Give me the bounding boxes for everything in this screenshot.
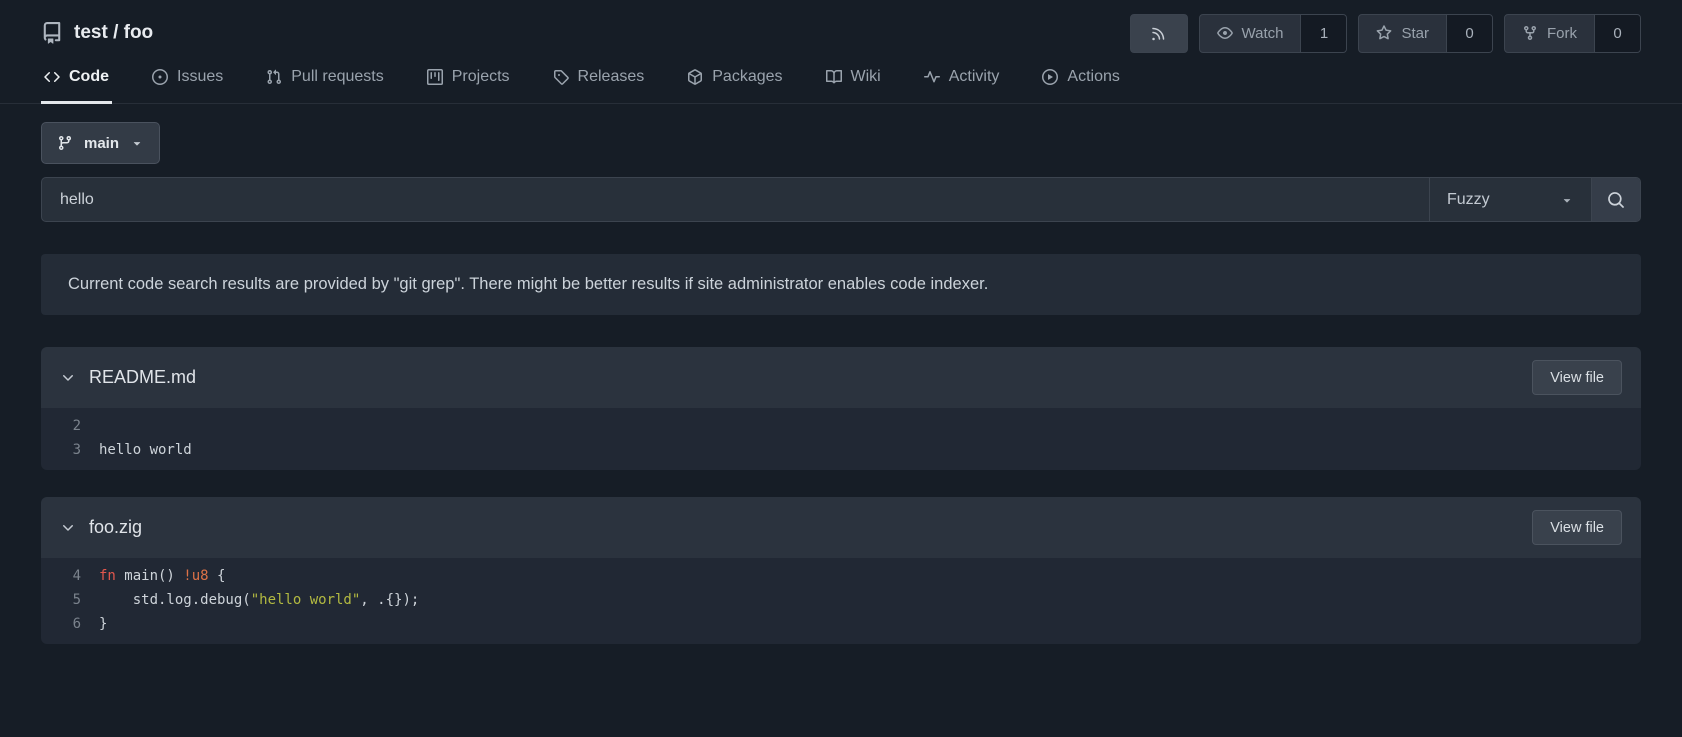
syntax-token-type: !u8 (183, 568, 209, 584)
tab-wiki[interactable]: Wiki (823, 66, 884, 104)
watch-label: Watch (1241, 24, 1284, 42)
view-file-button[interactable]: View file (1532, 360, 1622, 395)
fork-label: Fork (1547, 24, 1577, 42)
tab-code[interactable]: Code (41, 66, 112, 104)
git-pull-request-icon (266, 69, 282, 85)
chevron-down-icon[interactable] (60, 370, 76, 386)
watch-count[interactable]: 1 (1300, 14, 1347, 52)
code-line: 5 std.log.debug("hello world", .{}); (41, 588, 1641, 612)
repo-nav: Code Issues Pull requests Projects Relea… (0, 66, 1682, 104)
tab-packages-label: Packages (712, 68, 783, 85)
tab-issues[interactable]: Issues (149, 66, 226, 104)
line-number: 5 (72, 592, 81, 608)
tab-packages[interactable]: Packages (684, 66, 785, 104)
result-file-header: README.md View file (41, 347, 1641, 408)
search-input[interactable] (42, 178, 1429, 221)
branch-row: main (0, 122, 1682, 164)
code-icon (44, 69, 60, 85)
dropdown-caret-icon (130, 136, 144, 150)
syntax-token-string: "hello world" (250, 592, 361, 608)
issue-icon (152, 69, 168, 85)
tab-pull-requests[interactable]: Pull requests (263, 66, 387, 104)
git-branch-icon (57, 135, 73, 151)
tab-projects[interactable]: Projects (424, 66, 513, 104)
branch-selector[interactable]: main (41, 122, 161, 164)
search-mode-dropdown[interactable]: Fuzzy (1429, 178, 1591, 221)
result-file-header: foo.zig View file (41, 497, 1641, 558)
chevron-down-icon[interactable] (60, 520, 76, 536)
dropdown-caret-icon (1560, 193, 1574, 207)
search-button[interactable] (1591, 178, 1640, 221)
code-line: 2 (41, 414, 1641, 438)
line-number: 3 (72, 442, 81, 458)
watch-button[interactable]: Watch 1 (1198, 13, 1348, 53)
result-filename[interactable]: README.md (89, 367, 196, 388)
line-code: hello world (99, 442, 192, 458)
tab-actions[interactable]: Actions (1039, 66, 1122, 104)
line-code: } (99, 616, 108, 632)
tab-releases-label: Releases (577, 68, 645, 85)
tab-code-label: Code (69, 68, 109, 85)
search-notice: Current code search results are provided… (41, 254, 1641, 315)
tab-actions-label: Actions (1067, 68, 1120, 85)
star-button[interactable]: Star 0 (1358, 13, 1493, 53)
pulse-icon (923, 69, 940, 85)
repo-icon (41, 22, 63, 44)
tab-issues-label: Issues (177, 68, 224, 85)
rss-icon (1151, 25, 1167, 41)
result-file-section: foo.zig View file 4 fn main() !u8 { 5 std.… (41, 497, 1641, 644)
code-lines: 2 3 hello world (41, 408, 1641, 470)
code-line: 6} (41, 612, 1641, 636)
line-code: fn main() !u8 { (99, 568, 226, 584)
tag-icon (553, 69, 569, 85)
star-count[interactable]: 0 (1446, 14, 1492, 52)
tab-projects-label: Projects (451, 68, 510, 85)
star-icon (1376, 25, 1392, 41)
syntax-token-keyword: fn (99, 568, 116, 584)
project-board-icon (426, 69, 443, 85)
repo-action-buttons: Watch 1 Star 0 Fork 0 (1129, 13, 1641, 53)
tab-wiki-label: Wiki (850, 68, 881, 85)
result-filename[interactable]: foo.zig (89, 517, 142, 538)
fork-button[interactable]: Fork 0 (1504, 13, 1641, 53)
book-icon (825, 69, 842, 85)
view-file-button[interactable]: View file (1532, 510, 1622, 545)
eye-icon (1216, 25, 1233, 41)
code-line: 4 fn main() !u8 { (41, 564, 1641, 588)
play-icon (1042, 69, 1059, 85)
code-search-bar: Fuzzy (41, 177, 1641, 222)
search-icon (1607, 191, 1625, 209)
repo-title[interactable]: test / foo (74, 22, 153, 44)
result-file-section: README.md View file 2 3 hello world (41, 347, 1641, 470)
fork-icon (1522, 25, 1538, 41)
line-code: std.log.debug("hello world", .{}); (99, 592, 420, 608)
line-number: 6 (72, 616, 81, 632)
branch-name: main (84, 134, 120, 152)
tab-activity-label: Activity (948, 68, 1000, 85)
tab-pull-requests-label: Pull requests (291, 68, 384, 85)
package-icon (687, 69, 703, 85)
search-results: README.md View file 2 3 hello world foo.zi… (41, 347, 1641, 644)
fork-count[interactable]: 0 (1594, 14, 1640, 52)
tab-activity[interactable]: Activity (921, 66, 1003, 104)
notice-text: Current code search results are provided… (68, 275, 989, 293)
tab-releases[interactable]: Releases (550, 66, 648, 104)
line-number: 2 (72, 418, 81, 434)
rss-button[interactable] (1129, 13, 1188, 53)
repo-header: test / foo Watch 1 Star 0 Fork 0 (0, 0, 1682, 54)
line-number: 4 (72, 568, 81, 584)
repo-title-link[interactable]: test / foo (41, 22, 153, 44)
star-label: Star (1401, 24, 1429, 42)
search-mode-value: Fuzzy (1447, 190, 1490, 208)
code-line: 3 hello world (41, 438, 1641, 462)
code-lines: 4 fn main() !u8 { 5 std.log.debug("hello w… (41, 558, 1641, 644)
